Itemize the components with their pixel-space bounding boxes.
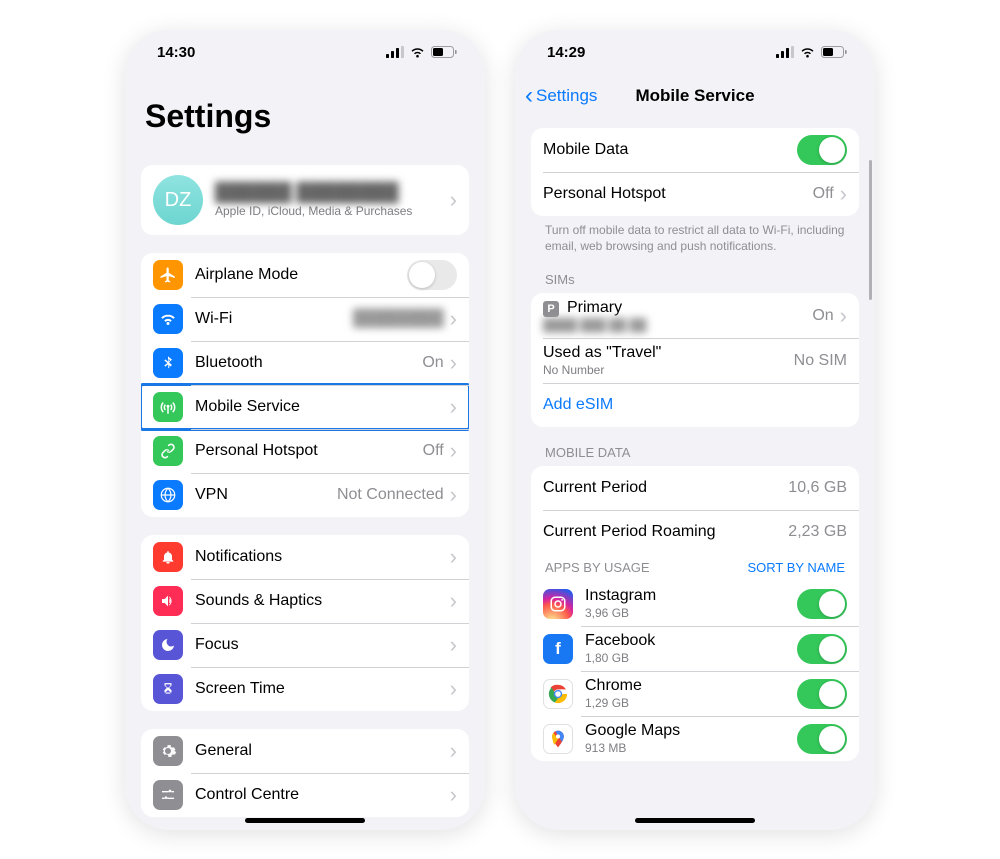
status-time: 14:30 <box>157 44 195 61</box>
chevron-right-icon: › <box>450 740 457 762</box>
mobile-data-footer: Turn off mobile data to restrict all dat… <box>531 216 859 254</box>
hourglass-icon <box>153 674 183 704</box>
app-data-toggle[interactable] <box>797 634 847 664</box>
chevron-left-icon: ‹ <box>525 84 533 108</box>
sim-row[interactable]: PPrimary████ ███ ██ ██On› <box>531 293 859 338</box>
app-data-toggle[interactable] <box>797 724 847 754</box>
app-row-google-maps[interactable]: Google Maps913 MB <box>531 716 859 761</box>
antenna-icon <box>153 392 183 422</box>
back-button[interactable]: ‹ Settings <box>525 84 597 108</box>
settings-row-focus[interactable]: Focus› <box>141 623 469 667</box>
moon-icon <box>153 630 183 660</box>
apps-by-usage-label: APPS BY USAGE <box>545 560 650 575</box>
status-bar: 14:30 <box>125 30 485 74</box>
current-period-roaming-row: Current Period Roaming 2,23 GB <box>531 510 859 554</box>
chevron-right-icon: › <box>450 440 457 462</box>
chrome-app-icon <box>543 679 573 709</box>
globe-icon <box>153 480 183 510</box>
profile-subtitle: Apple ID, iCloud, Media & Purchases <box>215 204 450 218</box>
chevron-right-icon: › <box>450 634 457 656</box>
mobile-data-row[interactable]: Mobile Data <box>531 128 859 172</box>
airplane-icon <box>153 260 183 290</box>
phone-mobile-service: 14:29 ‹ Settings Mobile Service Mobile D… <box>515 30 875 830</box>
apple-id-row[interactable]: DZ ██████ ████████ Apple ID, iCloud, Med… <box>141 165 469 235</box>
nav-title: Mobile Service <box>635 86 754 106</box>
cellular-icon <box>776 46 794 58</box>
speaker-icon <box>153 586 183 616</box>
chevron-right-icon: › <box>450 189 457 211</box>
app-row-facebook[interactable]: fFacebook1,80 GB <box>531 626 859 671</box>
settings-row-vpn[interactable]: VPNNot Connected› <box>141 473 469 517</box>
status-icons <box>776 46 847 58</box>
gear-icon <box>153 736 183 766</box>
settings-row-control-centre[interactable]: Control Centre› <box>141 773 469 817</box>
nav-bar: ‹ Settings Mobile Service <box>515 74 875 118</box>
current-period-row: Current Period 10,6 GB <box>531 466 859 510</box>
settings-row-screen-time[interactable]: Screen Time› <box>141 667 469 711</box>
wifi-icon <box>799 46 816 58</box>
mobile-data-toggle[interactable] <box>797 135 847 165</box>
chevron-right-icon: › <box>450 352 457 374</box>
settings-row-general[interactable]: General› <box>141 729 469 773</box>
app-row-chrome[interactable]: Chrome1,29 GB <box>531 671 859 716</box>
sort-by-name-button[interactable]: SORT BY NAME <box>747 560 845 575</box>
settings-row-wi-fi[interactable]: Wi-Fi████████› <box>141 297 469 341</box>
battery-icon <box>821 46 847 58</box>
chevron-right-icon: › <box>450 484 457 506</box>
mobile-data-header: MOBILE DATA <box>531 427 859 466</box>
maps-app-icon <box>543 724 573 754</box>
avatar: DZ <box>153 175 203 225</box>
personal-hotspot-row[interactable]: Personal Hotspot Off › <box>531 172 859 216</box>
status-time: 14:29 <box>547 44 585 61</box>
chevron-right-icon: › <box>450 396 457 418</box>
app-data-toggle[interactable] <box>797 589 847 619</box>
scrollbar-thumb[interactable] <box>869 160 872 300</box>
link-icon <box>153 436 183 466</box>
battery-icon <box>431 46 457 58</box>
settings-row-notifications[interactable]: Notifications› <box>141 535 469 579</box>
status-bar: 14:29 <box>515 30 875 74</box>
bluetooth-icon <box>153 348 183 378</box>
bell-icon <box>153 542 183 572</box>
settings-row-airplane-mode[interactable]: Airplane Mode <box>141 253 469 297</box>
cellular-icon <box>386 46 404 58</box>
phone-settings: 14:30 Settings DZ ██████ ████████ Apple … <box>125 30 485 830</box>
chevron-right-icon: › <box>450 590 457 612</box>
settings-row-bluetooth[interactable]: BluetoothOn› <box>141 341 469 385</box>
status-icons <box>386 46 457 58</box>
profile-name: ██████ ████████ <box>215 182 450 203</box>
home-indicator[interactable] <box>245 818 365 823</box>
app-data-toggle[interactable] <box>797 679 847 709</box>
sliders-icon <box>153 780 183 810</box>
sim-row: Used as "Travel"No NumberNo SIM <box>531 338 859 383</box>
wifi-icon <box>153 304 183 334</box>
add-esim-button[interactable]: Add eSIM <box>531 383 859 427</box>
app-row-instagram[interactable]: Instagram3,96 GB <box>531 581 859 626</box>
page-title: Settings <box>141 74 469 147</box>
chevron-right-icon: › <box>840 305 847 327</box>
instagram-app-icon <box>543 589 573 619</box>
sims-header: SIMs <box>531 254 859 293</box>
chevron-right-icon: › <box>450 784 457 806</box>
home-indicator[interactable] <box>635 818 755 823</box>
chevron-right-icon: › <box>840 183 847 205</box>
chevron-right-icon: › <box>450 546 457 568</box>
chevron-right-icon: › <box>450 678 457 700</box>
toggle[interactable] <box>407 260 457 290</box>
wifi-icon <box>409 46 426 58</box>
settings-row-personal-hotspot[interactable]: Personal HotspotOff› <box>141 429 469 473</box>
settings-row-sounds-haptics[interactable]: Sounds & Haptics› <box>141 579 469 623</box>
chevron-right-icon: › <box>450 308 457 330</box>
sim-badge: P <box>543 301 559 317</box>
settings-row-mobile-service[interactable]: Mobile Service› <box>141 385 469 429</box>
facebook-app-icon: f <box>543 634 573 664</box>
